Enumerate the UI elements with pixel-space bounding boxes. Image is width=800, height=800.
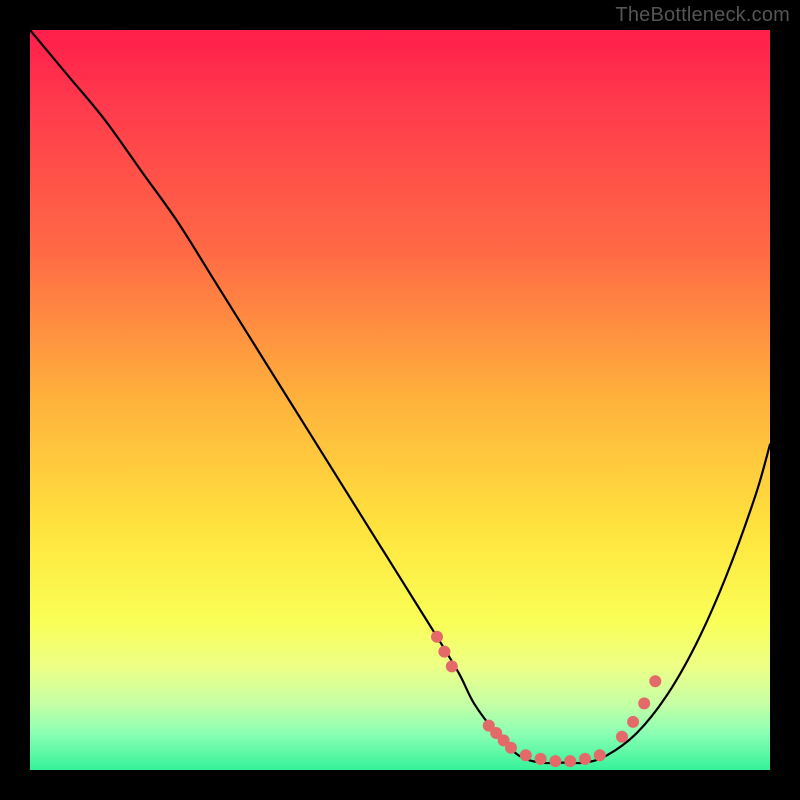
marker-dot — [549, 755, 561, 767]
marker-dot — [438, 646, 450, 658]
chart-svg — [30, 30, 770, 770]
marker-dot — [594, 749, 606, 761]
marker-dot — [564, 755, 576, 767]
marker-dot — [638, 697, 650, 709]
plot-area — [30, 30, 770, 770]
marker-dot — [505, 742, 517, 754]
curve-line — [30, 30, 770, 763]
marker-dots — [431, 631, 661, 767]
marker-dot — [616, 731, 628, 743]
marker-dot — [579, 753, 591, 765]
marker-dot — [627, 716, 639, 728]
marker-dot — [649, 675, 661, 687]
marker-dot — [535, 753, 547, 765]
marker-dot — [520, 749, 532, 761]
watermark-text: TheBottleneck.com — [615, 4, 790, 27]
marker-dot — [446, 660, 458, 672]
chart-frame: TheBottleneck.com — [0, 0, 800, 800]
marker-dot — [431, 631, 443, 643]
